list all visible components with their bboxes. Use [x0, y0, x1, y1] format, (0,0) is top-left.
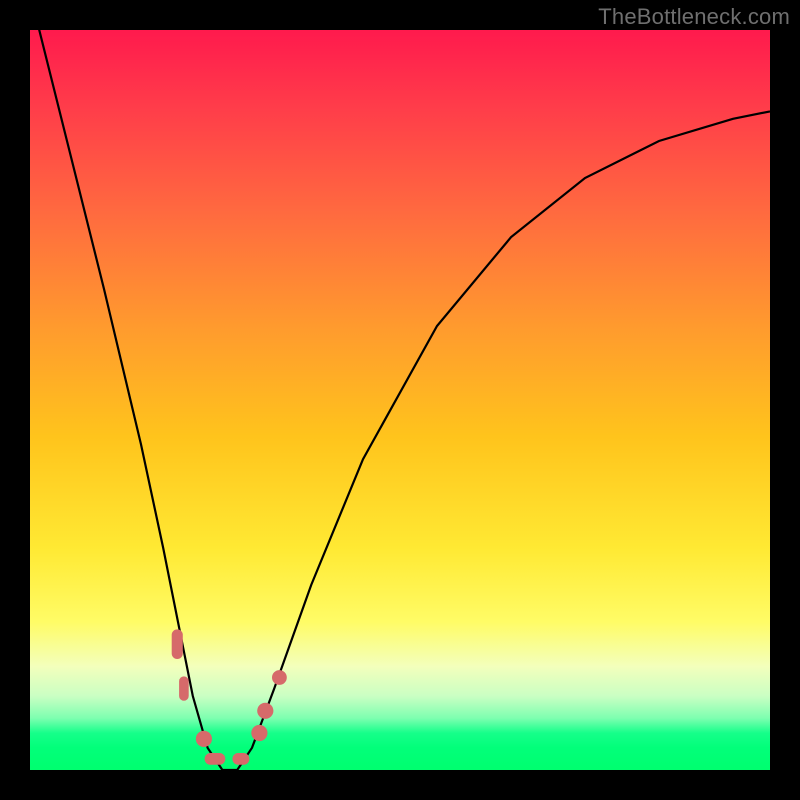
marker-pill: [232, 753, 249, 765]
chart-plot-area: [30, 30, 770, 770]
marker-dot: [196, 731, 212, 747]
marker-dot: [257, 703, 273, 719]
bottleneck-curve: [30, 0, 770, 770]
curve-markers: [172, 629, 287, 764]
marker-pill: [205, 753, 226, 765]
marker-dot: [272, 670, 287, 685]
marker-pill: [172, 629, 183, 659]
marker-pill: [179, 676, 189, 700]
watermark-text: TheBottleneck.com: [598, 4, 790, 30]
marker-dot: [251, 725, 267, 741]
chart-svg: [30, 30, 770, 770]
